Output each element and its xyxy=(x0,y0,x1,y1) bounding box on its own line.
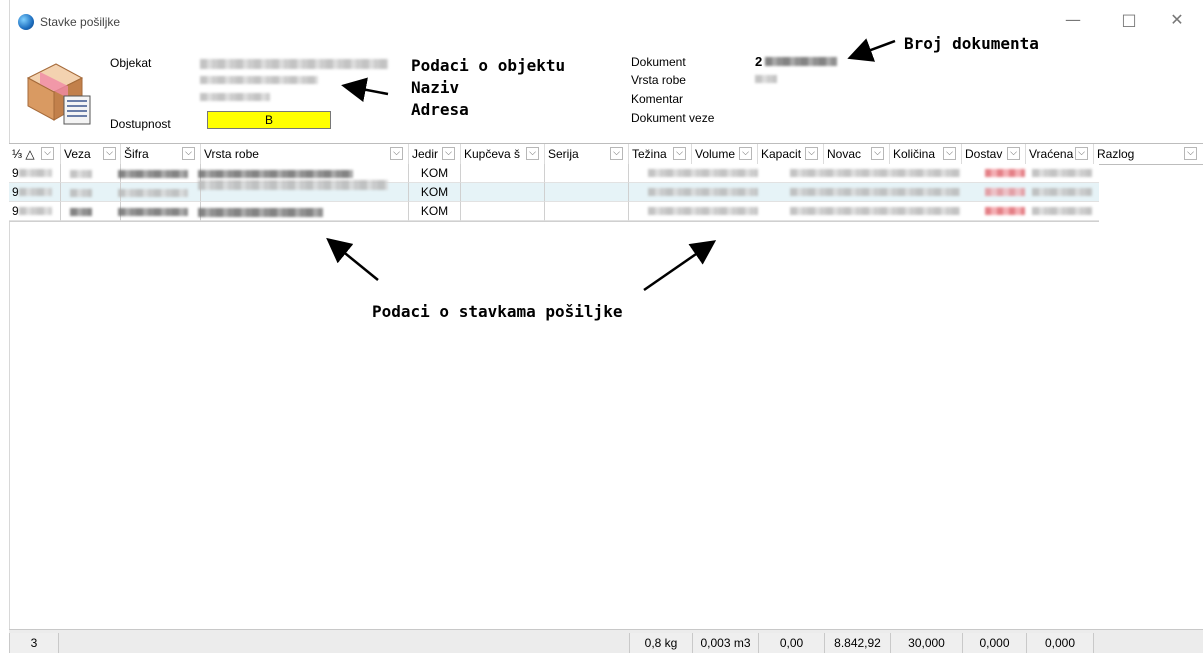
arrow-document xyxy=(847,38,896,62)
arrow-items-right xyxy=(643,240,717,292)
footer-weight: 0,8 kg xyxy=(629,633,693,653)
footer-capacity: 0,00 xyxy=(758,633,825,653)
annotation-arrows xyxy=(326,38,896,292)
arrow-object xyxy=(341,77,389,103)
summary-footer: 3 0,8 kg 0,003 m3 0,00 8.842,92 30,000 0… xyxy=(9,629,1203,653)
footer-money: 8.842,92 xyxy=(824,633,891,653)
arrow-items-left xyxy=(326,237,379,281)
footer-quantity: 30,000 xyxy=(890,633,963,653)
footer-delivered: 0,000 xyxy=(962,633,1027,653)
footer-returned: 0,000 xyxy=(1026,633,1094,653)
footer-volume: 0,003 m3 xyxy=(692,633,759,653)
footer-count: 3 xyxy=(9,633,59,653)
